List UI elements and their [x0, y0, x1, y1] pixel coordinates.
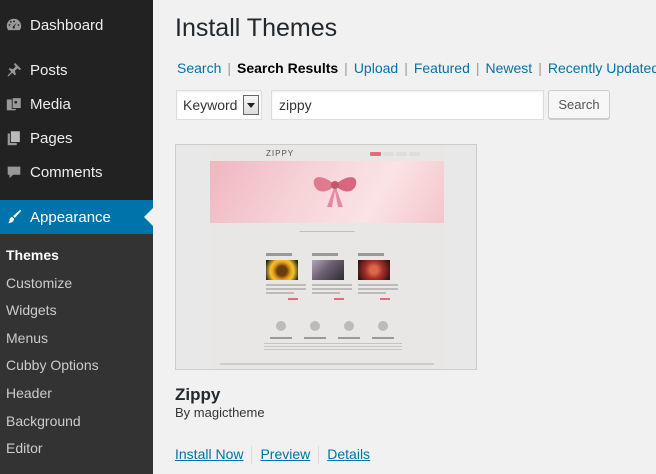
ribbon-image: [313, 177, 357, 207]
screenshot-feature-icon: [378, 321, 388, 331]
screenshot-feature-icon: [344, 321, 354, 331]
install-subnav: Search | Search Results | Upload | Featured | Ne…: [177, 60, 656, 76]
screenshot-feature-text: [366, 343, 402, 351]
screenshot-column: [312, 253, 352, 300]
pages-icon: [4, 128, 24, 148]
search-button[interactable]: Search: [548, 90, 610, 119]
subnav-upload[interactable]: Upload: [354, 60, 398, 76]
theme-screenshot-preview: ZIPPY ———————————: [210, 145, 444, 369]
screenshot-tagline: ———————————: [299, 229, 355, 235]
subnav-separator: |: [404, 60, 408, 76]
menu-label: Media: [30, 95, 71, 113]
action-divider: [318, 446, 320, 465]
menu-label: Appearance: [30, 208, 111, 226]
menu-item-posts[interactable]: Posts: [0, 53, 153, 87]
menu-item-appearance[interactable]: Appearance: [0, 200, 153, 234]
submenu-item-editor[interactable]: Editor: [0, 435, 153, 463]
menu-label: Comments: [30, 163, 103, 181]
screenshot-column: [358, 253, 398, 300]
screenshot-feature-label: [338, 337, 360, 339]
screenshot-feature-label: [304, 337, 326, 339]
menu-label: Posts: [30, 61, 68, 79]
subnav-featured[interactable]: Featured: [414, 60, 470, 76]
menu-item-dashboard[interactable]: Dashboard: [0, 8, 153, 42]
screenshot-feature-label: [270, 337, 292, 339]
submenu-item-background[interactable]: Background: [0, 408, 153, 436]
menu-label: Pages: [30, 129, 73, 147]
appearance-submenu: Themes Customize Widgets Menus Cubby Opt…: [0, 234, 153, 474]
screenshot-feature-text: [332, 343, 368, 351]
subnav-recently-updated[interactable]: Recently Updated: [548, 60, 656, 76]
menu-item-media[interactable]: Media: [0, 87, 153, 121]
chevron-down-icon[interactable]: [243, 95, 259, 115]
details-link[interactable]: Details: [327, 446, 370, 462]
screenshot-footer: [220, 363, 434, 365]
dashboard-icon: [4, 15, 24, 35]
screenshot-column: [266, 253, 306, 300]
theme-author: By magictheme: [175, 405, 265, 420]
search-input[interactable]: [271, 90, 544, 120]
subnav-newest[interactable]: Newest: [486, 60, 533, 76]
menu-label: Dashboard: [30, 16, 104, 34]
subnav-search-results[interactable]: Search Results: [237, 60, 338, 76]
comment-icon: [4, 162, 24, 182]
page-title: Install Themes: [175, 14, 338, 42]
screenshot-feature-icon: [276, 321, 286, 331]
preview-link[interactable]: Preview: [260, 446, 310, 462]
subnav-separator: |: [227, 60, 231, 76]
brush-icon: [4, 207, 24, 227]
pin-icon: [4, 60, 24, 80]
theme-name: Zippy: [175, 385, 221, 404]
screenshot-feature-label: [372, 337, 394, 339]
menu-item-comments[interactable]: Comments: [0, 155, 153, 189]
screenshot-feature-icon: [310, 321, 320, 331]
subnav-separator: |: [538, 60, 542, 76]
menu-item-pages[interactable]: Pages: [0, 121, 153, 155]
subnav-search[interactable]: Search: [177, 60, 221, 76]
submenu-item-cubby-options[interactable]: Cubby Options: [0, 352, 153, 380]
screenshot-feature-text: [298, 343, 334, 351]
theme-actions: Install Now Preview Details: [175, 446, 370, 465]
submenu-item-header[interactable]: Header: [0, 380, 153, 408]
screenshot-logo: ZIPPY: [266, 149, 295, 158]
subnav-separator: |: [475, 60, 480, 76]
search-type-select[interactable]: Keyword: [176, 90, 262, 120]
main-content: Install Themes Search | Search Results | Upl…: [153, 0, 656, 474]
submenu-item-themes[interactable]: Themes: [0, 242, 153, 270]
theme-screenshot[interactable]: ZIPPY ———————————: [175, 144, 477, 370]
screenshot-feature-text: [264, 343, 300, 351]
install-now-link[interactable]: Install Now: [175, 446, 243, 462]
action-divider: [251, 446, 253, 465]
submenu-item-widgets[interactable]: Widgets: [0, 297, 153, 325]
screenshot-nav: [370, 152, 420, 156]
subnav-separator: |: [344, 60, 348, 76]
search-type-value: Keyword: [183, 97, 238, 113]
submenu-item-menus[interactable]: Menus: [0, 325, 153, 353]
submenu-item-customize[interactable]: Customize: [0, 270, 153, 298]
media-icon: [4, 94, 24, 114]
admin-sidebar: Dashboard Posts Media Pages Comments App…: [0, 0, 153, 474]
